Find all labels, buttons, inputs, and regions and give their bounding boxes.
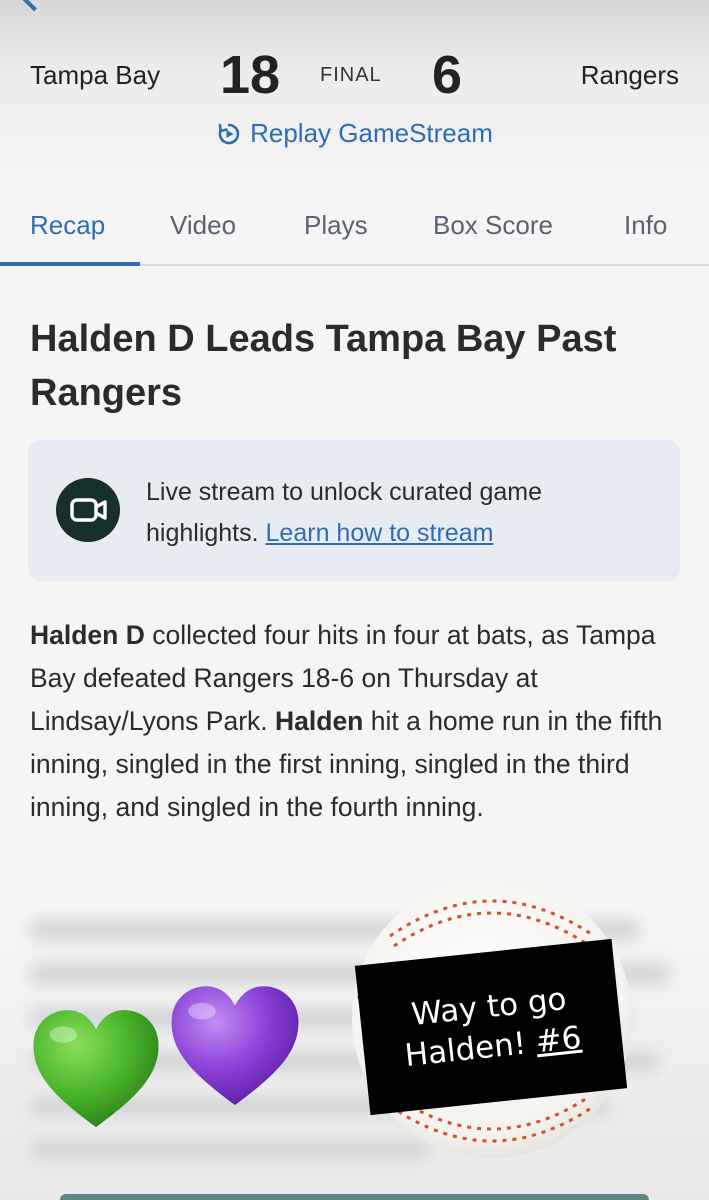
sticker-text: Way to go Halden! #6 [399, 978, 584, 1076]
home-team-score: 18 [220, 45, 281, 105]
home-team-name: Tampa Bay [30, 60, 161, 90]
tab-plays[interactable]: Plays [304, 210, 368, 241]
tab-bar: Recap Video Plays Box Score Info [0, 190, 709, 266]
away-team-name: Rangers [580, 60, 679, 90]
video-camera-icon [56, 478, 120, 542]
learn-how-to-stream-link[interactable]: Learn how to stream [266, 519, 494, 547]
banner-message: Live stream to unlock curated game highl… [146, 472, 656, 554]
player-name-bold-2: Halden [275, 706, 364, 736]
sticker-hashtag[interactable]: #6 [534, 1020, 583, 1061]
tab-video[interactable]: Video [170, 210, 236, 241]
scoreboard: Tampa Bay 18 FINAL 6 Rangers [0, 40, 709, 120]
green-heart-emoji [33, 1010, 159, 1128]
bottom-handle-bar [60, 1194, 649, 1200]
tab-info[interactable]: Info [624, 210, 667, 241]
article-paragraph: Halden D collected four hits in four at … [30, 614, 680, 829]
sticker-message-box: Way to go Halden! #6 [354, 938, 628, 1116]
tab-box-score[interactable]: Box Score [433, 210, 553, 241]
tab-recap[interactable]: Recap [30, 210, 105, 241]
back-chevron-icon[interactable] [22, 0, 46, 12]
game-status: FINAL [320, 64, 382, 86]
player-name-bold: Halden D [30, 620, 145, 650]
article-headline: Halden D Leads Tampa Bay Past Rangers [30, 318, 617, 414]
live-stream-banner: Live stream to unlock curated game highl… [28, 440, 680, 581]
replay-label: Replay GameStream [250, 118, 493, 148]
replay-gamestream-button[interactable]: Replay GameStream [0, 118, 709, 149]
replay-icon [218, 123, 240, 144]
cut-off-nav-bar [0, 0, 709, 12]
purple-heart-emoji [171, 986, 299, 1105]
away-team-score: 6 [432, 45, 463, 105]
active-tab-indicator [0, 262, 140, 266]
